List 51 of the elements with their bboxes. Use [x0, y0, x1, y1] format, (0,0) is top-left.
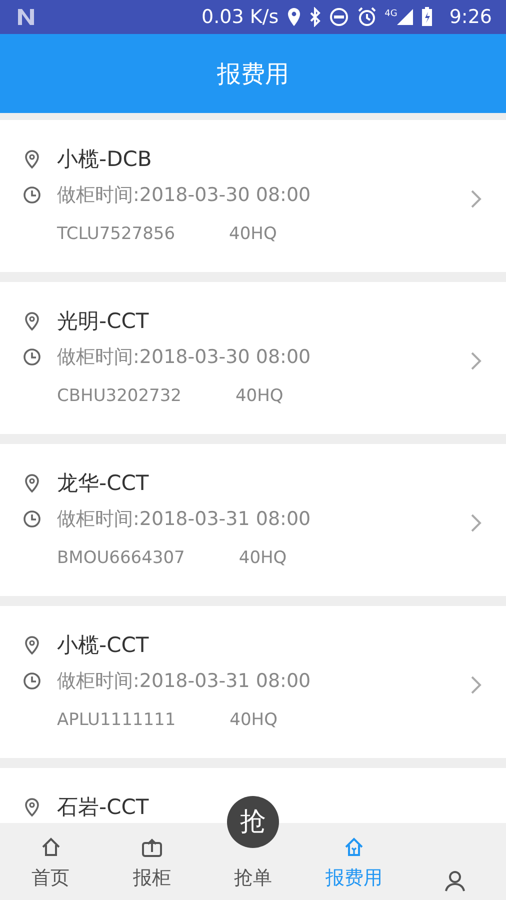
clock-icon [22, 347, 42, 367]
user-icon [444, 870, 466, 892]
container-size: 40HQ [230, 709, 278, 732]
tab-button[interactable]: 抢单 [202, 862, 304, 900]
do-not-disturb-icon [328, 7, 349, 27]
signal-icon [397, 8, 414, 26]
location-pin-icon [22, 149, 42, 169]
battery-icon [421, 7, 434, 27]
location-icon [286, 7, 301, 27]
container-number: BMOU6664307 [57, 547, 185, 570]
location-pin-icon [22, 473, 42, 493]
chevron-right-icon [470, 189, 482, 209]
alarm-icon [356, 7, 377, 27]
order-card[interactable]: 光明-CCT 做柜时间:2018-03-30 08:00 CBHU3202732 40HQ [0, 282, 506, 434]
order-card[interactable]: 小榄-DCB 做柜时间:2018-03-30 08:00 TCLU7527856 40HQ [0, 120, 506, 272]
notification-icon [16, 8, 36, 26]
pickup-time: 做柜时间:2018-03-31 08:00 [57, 506, 311, 532]
container-number: CBHU3202732 [57, 385, 182, 408]
pickup-time: 做柜时间:2018-03-30 08:00 [57, 344, 311, 370]
network-speed: 0.03 K/s [202, 4, 279, 30]
clock-icon [22, 509, 42, 529]
place-name: 小榄-DCB [57, 146, 152, 173]
container-size: 40HQ [235, 385, 284, 408]
network-type: 4G [384, 8, 398, 21]
container-size: 40HQ [238, 547, 287, 570]
clock-icon [22, 185, 42, 205]
clock-icon [22, 671, 42, 691]
location-pin-icon [22, 311, 42, 331]
container-number: APLU1111111 [57, 709, 176, 732]
pickup-time: 做柜时间:2018-03-30 08:00 [57, 182, 311, 208]
container-size: 40HQ [229, 223, 277, 246]
place-name: 光明-CCT [57, 308, 149, 335]
location-pin-icon [22, 635, 42, 655]
page-title: 报费用 [217, 58, 289, 90]
location-pin-icon [22, 797, 42, 817]
tab-button[interactable]: 首页 [0, 823, 102, 900]
chevron-right-icon [470, 513, 482, 533]
home-icon [40, 836, 62, 858]
order-card[interactable]: 龙华-CCT 做柜时间:2018-03-31 08:00 BMOU6664307 40HQ [0, 444, 506, 596]
place-name: 石岩-CCT [57, 794, 149, 821]
order-card[interactable]: 小榄-CCT 做柜时间:2018-03-31 08:00 APLU1111111 40HQ [0, 606, 506, 758]
place-name: 龙华-CCT [57, 470, 149, 497]
house-icon [343, 836, 366, 858]
clock: 9:26 [449, 4, 492, 30]
tab-button[interactable]: 报柜 [101, 823, 202, 900]
chevron-right-icon [470, 675, 482, 695]
place-name: 小榄-CCT [57, 632, 149, 659]
container-number: TCLU7527856 [57, 223, 176, 246]
chevron-right-icon [470, 351, 482, 371]
bluetooth-icon [308, 7, 321, 27]
pickup-time: 做柜时间:2018-03-31 08:00 [57, 668, 311, 694]
